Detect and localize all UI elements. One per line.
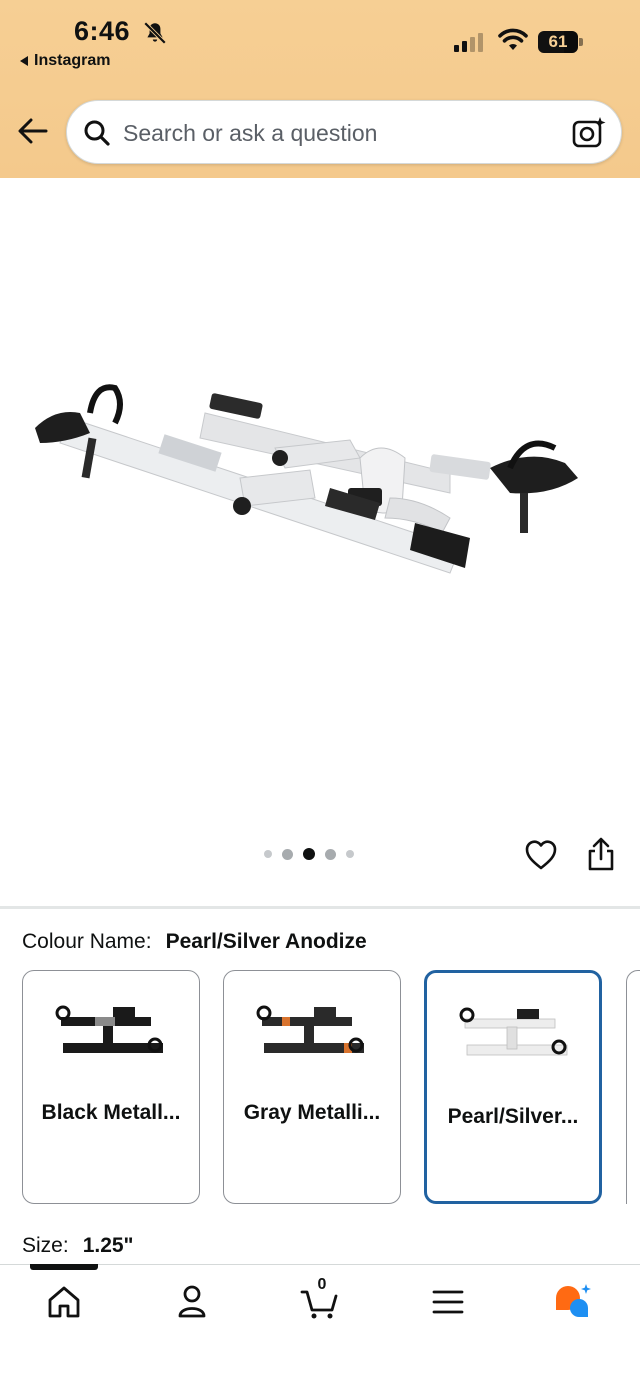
back-to-app-link[interactable]: Instagram	[20, 52, 110, 70]
pager-dot[interactable]	[325, 848, 336, 860]
swatch-label: Gray Metalli...	[243, 1101, 381, 1124]
size-label: Size:	[22, 1234, 69, 1257]
search-bar[interactable]: Search or ask a question	[66, 100, 622, 164]
battery-icon: 61	[538, 31, 584, 53]
swatch-thumbnail	[55, 1005, 163, 1053]
back-triangle-icon	[20, 56, 28, 66]
camera-search-icon[interactable]	[571, 115, 607, 151]
size-row: Size: 1.25"	[22, 1234, 134, 1258]
home-icon[interactable]	[44, 1282, 84, 1322]
account-icon[interactable]	[172, 1282, 212, 1322]
colour-option-pearl-silver[interactable]: Pearl/Silver...	[424, 970, 602, 1204]
pager-dot[interactable]	[346, 850, 354, 858]
cellular-signal-icon	[454, 30, 483, 52]
cart-button[interactable]: 0	[300, 1276, 340, 1322]
image-pager[interactable]	[264, 848, 354, 860]
size-value: 1.25"	[82, 1234, 134, 1257]
search-input[interactable]: Search or ask a question	[123, 120, 377, 147]
swatch-thumbnail	[459, 1007, 568, 1056]
pager-dot-active[interactable]	[303, 848, 315, 860]
pager-dot[interactable]	[282, 848, 293, 860]
heart-icon[interactable]	[524, 838, 558, 872]
product-image	[35, 384, 578, 574]
back-arrow-icon[interactable]	[16, 114, 50, 148]
colour-option-partial[interactable]	[626, 970, 640, 1204]
cart-count: 0	[317, 1276, 327, 1293]
swatch-thumbnail	[256, 1005, 364, 1053]
colour-option-black[interactable]: Black Metall...	[22, 970, 200, 1204]
menu-icon[interactable]	[428, 1282, 468, 1322]
search-icon	[84, 120, 110, 146]
swatch-label: Black Metall...	[41, 1101, 181, 1124]
app-header: 6:46 Instagram 61 Search or ask a questi…	[0, 0, 640, 178]
battery-level: 61	[548, 32, 568, 51]
colour-label: Colour Name:	[22, 930, 152, 953]
swatch-label: Pearl/Silver...	[447, 1105, 579, 1128]
colour-name-row: Colour Name: Pearl/Silver Anodize	[22, 930, 367, 954]
silent-bell-icon	[143, 21, 167, 45]
active-tab-indicator	[30, 1264, 98, 1270]
wifi-icon	[498, 28, 528, 50]
pager-dot[interactable]	[264, 850, 272, 858]
product-image-gallery[interactable]	[0, 178, 640, 838]
colour-option-gray[interactable]: Gray Metalli...	[223, 970, 401, 1204]
share-icon[interactable]	[586, 836, 616, 872]
status-time: 6:46	[74, 16, 131, 46]
colour-selected-value: Pearl/Silver Anodize	[165, 930, 367, 953]
rufus-icon[interactable]	[554, 1282, 594, 1322]
section-divider	[0, 906, 640, 909]
back-app-label: Instagram	[34, 52, 111, 69]
